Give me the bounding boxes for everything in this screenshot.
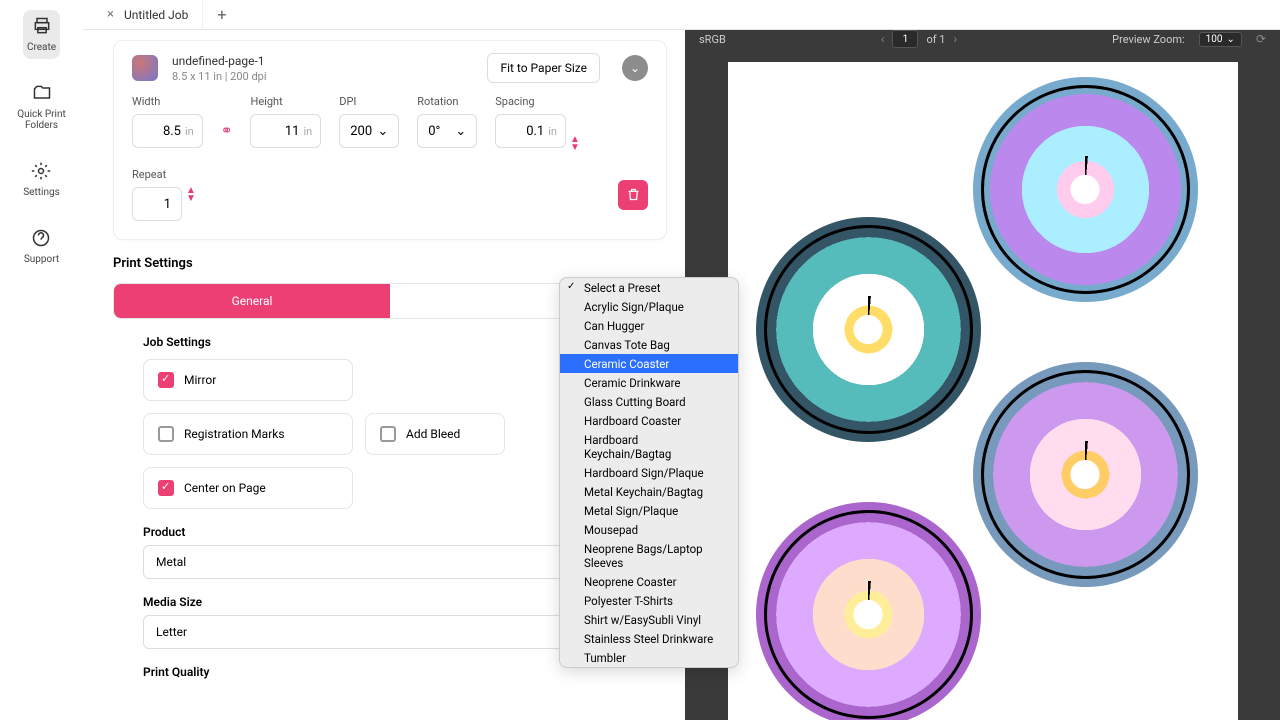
height-label: Height [250,95,321,108]
help-icon [31,228,51,248]
preset-option[interactable]: Canvas Tote Bag [560,335,738,354]
preset-option[interactable]: Metal Keychain/Bagtag [560,482,738,501]
sidebar-quickprint[interactable]: Quick Print Folders [0,77,83,137]
next-page-icon[interactable]: › [954,32,958,46]
sidebar-create[interactable]: Create [23,10,60,59]
preset-option[interactable]: Ceramic Drinkware [560,373,738,392]
delete-button[interactable] [618,180,648,210]
page-thumbnail [132,55,158,81]
left-sidebar: Create Quick Print Folders Settings Supp… [0,0,83,720]
job-tab[interactable]: × Untitled Job [93,0,203,29]
preset-option[interactable]: Shirt w/EasySubli Vinyl [560,610,738,629]
rotation-label: Rotation [417,95,477,108]
add-tab-button[interactable]: + [203,5,240,24]
sidebar-label: Create [27,42,56,53]
preview-canvas [685,48,1280,720]
preview-toolbar: sRGB ‹ 1 of 1 › Preview Zoom: 100⌄ ⟳ [685,30,1280,48]
tab-title: Untitled Job [124,8,188,22]
height-input[interactable]: in [250,114,321,148]
preset-option[interactable]: Polyester T-Shirts [560,591,738,610]
colorspace-label: sRGB [699,33,726,46]
spacing-input[interactable]: in [495,114,566,148]
page-of: of 1 [926,33,945,46]
step-down-icon[interactable]: ▼ [186,195,196,203]
zoom-select[interactable]: 100⌄ [1199,32,1242,47]
checkbox-icon[interactable] [158,480,174,496]
preset-option[interactable]: Neoprene Coaster [560,572,738,591]
zoom-label: Preview Zoom: [1112,33,1185,46]
preset-option[interactable]: Tumbler [560,648,738,667]
repeat-input[interactable] [132,187,182,221]
paper-preview [728,62,1238,720]
page-meta: 8.5 x 11 in | 200 dpi [172,70,473,83]
preset-option[interactable]: Hardboard Keychain/Bagtag [560,430,738,463]
sidebar-label: Quick Print Folders [4,109,79,131]
design-4 [756,502,981,720]
dpi-select[interactable]: 200⌄ [339,114,399,148]
rotation-select[interactable]: 0°⌄ [417,114,477,148]
bleed-option[interactable]: Add Bleed [365,413,505,455]
expand-icon[interactable]: ⌄ [622,55,648,81]
width-label: Width [132,95,203,108]
printer-icon [32,16,52,36]
mirror-option[interactable]: Mirror [143,359,353,401]
folder-icon [32,83,52,103]
width-input[interactable]: in [132,114,203,148]
sidebar-settings[interactable]: Settings [19,155,64,204]
checkbox-icon[interactable] [158,426,174,442]
checkbox-icon[interactable] [158,372,174,388]
repeat-label: Repeat [132,168,196,181]
sidebar-label: Settings [23,187,60,198]
center-option[interactable]: Center on Page [143,467,353,509]
preset-option[interactable]: Stainless Steel Drinkware [560,629,738,648]
tab-bar: × Untitled Job + [83,0,1280,30]
regmarks-option[interactable]: Registration Marks [143,413,353,455]
link-icon[interactable]: ⚭ [221,123,233,152]
spacing-label: Spacing [495,95,580,108]
fit-to-paper-button[interactable]: Fit to Paper Size [487,53,600,83]
page-card: undefined-page-1 8.5 x 11 in | 200 dpi F… [113,40,667,240]
preset-option[interactable]: Metal Sign/Plaque [560,501,738,520]
preset-option[interactable]: Select a Preset [560,278,738,297]
sidebar-support[interactable]: Support [20,222,63,271]
close-icon[interactable]: × [107,7,114,22]
design-3 [973,362,1198,587]
design-1 [973,77,1198,302]
print-settings-title: Print Settings [113,256,667,271]
gear-icon [31,161,51,181]
sidebar-label: Support [24,254,59,265]
preset-option[interactable]: Glass Cutting Board [560,392,738,411]
preset-option[interactable]: Can Hugger [560,316,738,335]
preset-option[interactable]: Acrylic Sign/Plaque [560,297,738,316]
page-number-input[interactable]: 1 [892,30,918,48]
preset-option[interactable]: Hardboard Sign/Plaque [560,463,738,482]
preset-dropdown[interactable]: Select a PresetAcrylic Sign/PlaqueCan Hu… [559,277,739,668]
refresh-icon[interactable]: ⟳ [1256,32,1266,46]
step-down-icon[interactable]: ▼ [570,144,580,152]
preset-option[interactable]: Mousepad [560,520,738,539]
prev-page-icon[interactable]: ‹ [881,32,885,46]
tab-general[interactable]: General [114,284,390,318]
dpi-label: DPI [339,95,399,108]
preset-option[interactable]: Ceramic Coaster [560,354,738,373]
preset-option[interactable]: Hardboard Coaster [560,411,738,430]
preset-option[interactable]: Neoprene Bags/Laptop Sleeves [560,539,738,572]
page-name: undefined-page-1 [172,54,473,68]
checkbox-icon[interactable] [380,426,396,442]
preview-panel: sRGB ‹ 1 of 1 › Preview Zoom: 100⌄ ⟳ [685,30,1280,720]
design-2 [756,217,981,442]
